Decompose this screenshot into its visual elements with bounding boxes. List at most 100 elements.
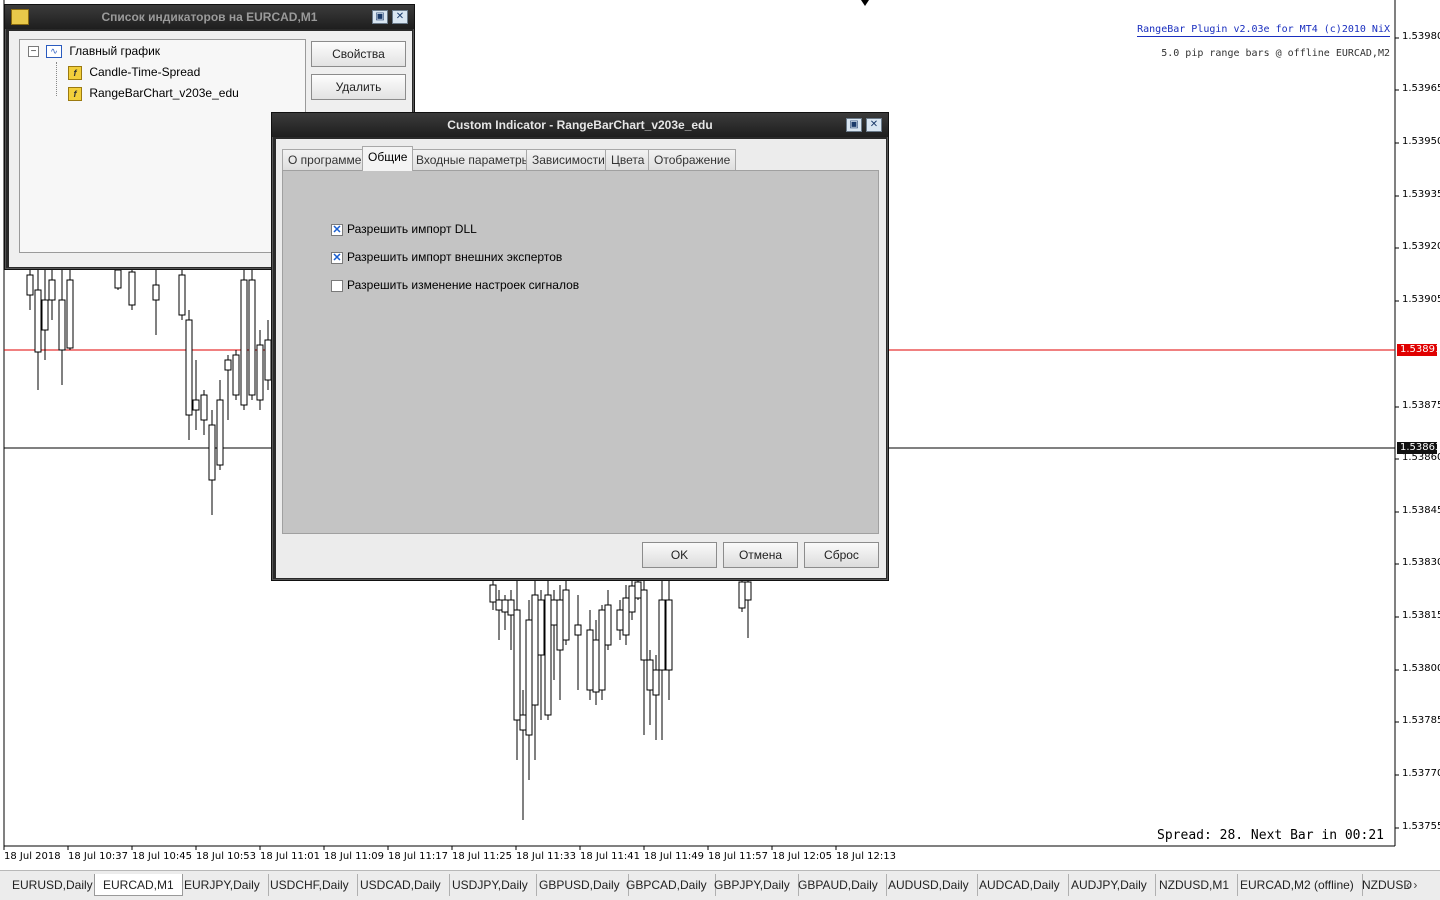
- candle-body: [525, 619, 533, 736]
- tab-inputs[interactable]: Входные параметры: [410, 149, 537, 170]
- close-icon[interactable]: ✕: [866, 118, 882, 132]
- properties-button[interactable]: Свойства: [311, 41, 406, 67]
- time-axis-label: 18 Jul 11:41: [580, 851, 640, 862]
- candle-body: [489, 584, 497, 603]
- indicator-list-title: Список индикаторов на EURCAD,M1: [101, 10, 318, 24]
- candle-body: [507, 599, 515, 616]
- collapse-icon[interactable]: −: [28, 46, 39, 57]
- candle-body: [640, 589, 648, 661]
- chart-shift-marker: [861, 0, 869, 6]
- close-icon[interactable]: ✕: [392, 10, 408, 24]
- candle-body: [544, 594, 552, 716]
- time-axis-label: 18 Jul 11:09: [324, 851, 384, 862]
- candle-body: [738, 581, 746, 609]
- candle-body: [34, 289, 42, 353]
- chart-tab-usdchf-daily[interactable]: USDCHF,Daily: [262, 874, 358, 896]
- candle-body: [658, 599, 666, 671]
- spread-info: Spread: 28. Next Bar in 00:21: [1157, 828, 1384, 843]
- restore-icon[interactable]: ▣: [846, 118, 862, 132]
- chart-tab-nzdusd-m1[interactable]: NZDUSD,M1: [1151, 874, 1239, 896]
- bid-price-tag: 1.53891: [1397, 344, 1440, 356]
- checkbox-checked-icon[interactable]: ✕: [331, 251, 343, 264]
- candle-body: [114, 269, 122, 289]
- checkbox-checked-icon[interactable]: ✕: [331, 223, 343, 236]
- custom-indicator-title: Custom Indicator - RangeBarChart_v203e_e…: [447, 118, 713, 132]
- tree-root-label: Главный график: [69, 44, 161, 58]
- price-axis-label: 1.53980: [1402, 31, 1440, 42]
- chart-tab-eurcad-m2-offline[interactable]: EURCAD,M2 (offline): [1232, 874, 1363, 896]
- chart-tab-audusd-daily[interactable]: AUDUSD,Daily: [880, 874, 978, 896]
- chart-tab-audjpy-daily[interactable]: AUDJPY,Daily: [1063, 874, 1156, 896]
- ask-price-tag: 1.53863: [1397, 442, 1440, 454]
- custom-indicator-titlebar[interactable]: Custom Indicator - RangeBarChart_v203e_e…: [272, 113, 888, 137]
- chart-tab-eurjpy-daily[interactable]: EURJPY,Daily: [176, 874, 269, 896]
- chart-tab-eurcad-m1[interactable]: EURCAD,M1: [94, 874, 183, 896]
- indicator-list-titlebar[interactable]: Список индикаторов на EURCAD,M1: [5, 5, 414, 29]
- checkbox-unchecked-icon[interactable]: [331, 279, 343, 292]
- tab-visualization[interactable]: Отображение: [648, 149, 737, 170]
- allow-signal-settings-checkbox[interactable]: Разрешить изменение настроек сигналов: [331, 277, 579, 293]
- tree-connector: [56, 62, 57, 96]
- time-axis-label: 18 Jul 12:13: [836, 851, 896, 862]
- time-axis-label: 18 Jul 11:17: [388, 851, 448, 862]
- ok-button[interactable]: OK: [642, 542, 717, 568]
- tab-scroll-arrows[interactable]: ‹ ›: [1406, 874, 1417, 896]
- candle-body: [58, 299, 66, 351]
- chart-tab-gbpusd-daily[interactable]: GBPUSD,Daily: [531, 874, 629, 896]
- price-axis-label: 1.53830: [1402, 557, 1440, 568]
- chart-tab-usdcad-daily[interactable]: USDCAD,Daily: [352, 874, 450, 896]
- checkbox-label: Разрешить импорт DLL: [347, 222, 477, 236]
- custom-indicator-body: О программе Общие Входные параметры Зави…: [276, 139, 886, 578]
- time-axis-label: 18 Jul 11:33: [516, 851, 576, 862]
- chart-tab-gbpaud-daily[interactable]: GBPAUD,Daily: [790, 874, 887, 896]
- chart-tab-audcad-daily[interactable]: AUDCAD,Daily: [971, 874, 1069, 896]
- tree-item-label: RangeBarChart_v203e_edu: [89, 86, 239, 100]
- tree-root-main-chart[interactable]: ∿ Главный график: [46, 42, 160, 60]
- custom-indicator-dialog: Custom Indicator - RangeBarChart_v203e_e…: [271, 112, 889, 581]
- chart-tab-gbpcad-daily[interactable]: GBPCAD,Daily: [618, 874, 716, 896]
- plugin-subtitle: 5.0 pip range bars @ offline EURCAD,M2: [1161, 48, 1390, 59]
- delete-button[interactable]: Удалить: [311, 74, 406, 100]
- tab-colors[interactable]: Цвета: [605, 149, 651, 170]
- time-axis-label: 18 Jul 10:45: [132, 851, 192, 862]
- cancel-button[interactable]: Отмена: [723, 542, 798, 568]
- allow-dll-imports-checkbox[interactable]: ✕ Разрешить импорт DLL: [331, 221, 477, 237]
- checkbox-label: Разрешить изменение настроек сигналов: [347, 278, 580, 292]
- chart-tab-gbpjpy-daily[interactable]: GBPJPY,Daily: [706, 874, 799, 896]
- candle-body: [192, 399, 200, 411]
- candle-body: [646, 659, 654, 691]
- candle-body: [574, 624, 582, 636]
- chart-tab-usdjpy-daily[interactable]: USDJPY,Daily: [444, 874, 537, 896]
- price-axis-label: 1.53875: [1402, 400, 1440, 411]
- chart-tab-eurusd-daily[interactable]: EURUSD,Daily: [4, 874, 102, 896]
- tree-item-rangebarchart[interactable]: f RangeBarChart_v203e_edu: [68, 84, 239, 102]
- time-axis-label: 18 Jul 10:37: [68, 851, 128, 862]
- reset-button[interactable]: Сброс: [804, 542, 879, 568]
- tab-dependencies[interactable]: Зависимости: [526, 149, 611, 170]
- candle-body: [628, 585, 636, 613]
- candle-body: [256, 344, 264, 401]
- candle-body: [501, 599, 509, 613]
- price-axis-label: 1.53935: [1402, 189, 1440, 200]
- candle-body: [178, 274, 186, 316]
- candle-body: [744, 581, 752, 601]
- chart-tab-bar: EURUSD,Daily EURCAD,M1 EURJPY,Daily USDC…: [0, 870, 1440, 900]
- time-axis-label: 18 Jul 10:53: [196, 851, 256, 862]
- indicator-tree[interactable]: − ∿ Главный график f Candle-Time-Spread …: [19, 39, 306, 253]
- time-axis-label: 18 Jul 11:01: [260, 851, 320, 862]
- tab-common[interactable]: Общие: [362, 146, 414, 171]
- tree-item-candle-time-spread[interactable]: f Candle-Time-Spread: [68, 63, 200, 81]
- candle-body: [562, 589, 570, 641]
- candle-body: [622, 597, 630, 636]
- allow-external-experts-checkbox[interactable]: ✕ Разрешить импорт внешних экспертов: [331, 249, 562, 265]
- price-axis-label: 1.53770: [1402, 768, 1440, 779]
- candle-body: [152, 284, 160, 301]
- restore-icon[interactable]: ▣: [372, 10, 388, 24]
- time-axis-label: 18 Jul 12:05: [772, 851, 832, 862]
- tab-about[interactable]: О программе: [282, 149, 368, 170]
- candle-body: [208, 424, 216, 481]
- candle-body: [537, 599, 545, 656]
- candle-body: [598, 609, 606, 691]
- tree-item-label: Candle-Time-Spread: [89, 65, 201, 79]
- price-axis-label: 1.53950: [1402, 136, 1440, 147]
